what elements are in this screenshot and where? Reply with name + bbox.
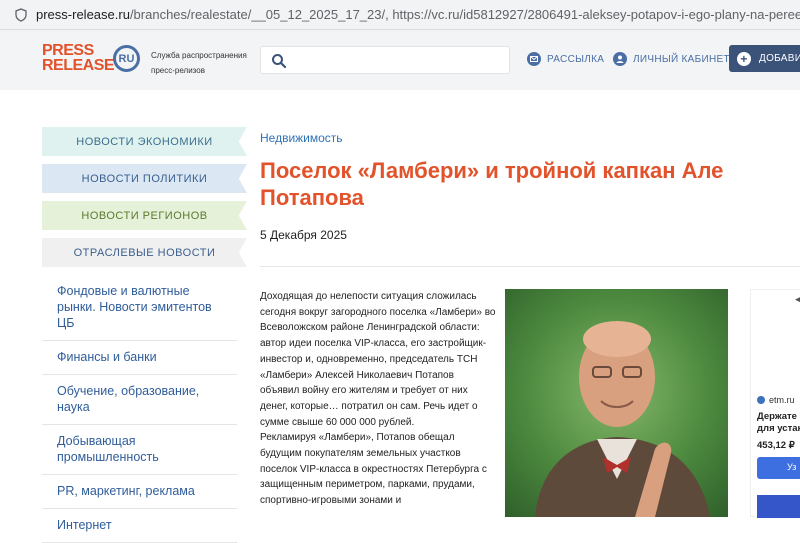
article-rubric-link[interactable]: Недвижимость — [260, 131, 343, 145]
ad-footer-bar — [757, 495, 800, 518]
ad-source-label: etm.ru — [769, 395, 795, 405]
ad-title-line-1: Держате — [757, 411, 797, 422]
ad-button[interactable]: Уз — [757, 457, 800, 479]
account-link[interactable]: ЛИЧНЫЙ КАБИНЕТ — [613, 52, 730, 66]
site-info-icon[interactable] — [14, 7, 28, 22]
site-header: PRESS RELEASE RU Служба распространения … — [0, 30, 800, 90]
ad-banner[interactable]: ◀ etm.ru Держате для устан 453,12 ₽ Уз — [750, 289, 800, 518]
nav-industry-news[interactable]: ОТРАСЛЕВЫЕ НОВОСТИ — [42, 238, 247, 267]
article-body: Доходящая до нелепости ситуация сложилас… — [260, 289, 496, 509]
category-item[interactable]: Добывающая промышленность — [42, 425, 237, 475]
ad-title: Держате для устан — [757, 411, 800, 435]
add-release-button[interactable]: + ДОБАВИТЬ — [729, 45, 800, 72]
search-icon[interactable] — [271, 53, 287, 69]
user-icon — [613, 52, 627, 66]
article-photo — [505, 289, 728, 517]
ad-price: 453,12 ₽ — [757, 440, 795, 451]
nav-economy-news[interactable]: НОВОСТИ ЭКОНОМИКИ — [42, 127, 247, 156]
nav-politics-news[interactable]: НОВОСТИ ПОЛИТИКИ — [42, 164, 247, 193]
ad-source-icon — [757, 396, 765, 404]
logo-line-2: RELEASE — [42, 57, 115, 74]
plus-icon: + — [737, 51, 751, 66]
category-list: Фондовые и валютные рынки. Новости эмите… — [42, 275, 237, 543]
browser-url-bar[interactable]: press-release.ru /branches/realestate/__… — [0, 0, 800, 30]
article-paragraph: Доходящая до нелепости ситуация сложилас… — [260, 291, 496, 428]
nav-regions-news[interactable]: НОВОСТИ РЕГИОНОВ — [42, 201, 247, 230]
article-title-line-1: Поселок «Ламбери» и тройной капкан Але — [260, 158, 724, 183]
url-path: /branches/realestate/__05_12_2025_17_23/… — [129, 7, 800, 22]
category-item[interactable]: Обучение, образование, наука — [42, 375, 237, 425]
logo-badge: RU — [113, 45, 140, 72]
article-date: 5 Декабря 2025 — [260, 228, 347, 242]
article-title: Поселок «Ламбери» и тройной капкан Але П… — [260, 157, 800, 211]
newsletter-label: РАССЫЛКА — [547, 53, 605, 65]
site-logo[interactable]: PRESS RELEASE RU — [42, 43, 142, 75]
ad-arrow-icon[interactable]: ◀ — [795, 294, 800, 305]
url-domain: press-release.ru — [36, 7, 130, 22]
category-item[interactable]: PR, маркетинг, реклама — [42, 475, 237, 509]
category-item[interactable]: Финансы и банки — [42, 341, 237, 375]
ad-source: etm.ru — [757, 395, 795, 405]
account-label: ЛИЧНЫЙ КАБИНЕТ — [633, 53, 730, 65]
add-release-label: ДОБАВИТЬ — [759, 53, 800, 64]
site-tagline: Служба распространения пресс-релизов — [151, 51, 247, 75]
article-title-line-2: Потапова — [260, 185, 364, 210]
category-item[interactable]: Интернет — [42, 509, 237, 543]
ad-title-line-2: для устан — [757, 423, 800, 434]
mail-icon — [527, 52, 541, 66]
divider — [260, 266, 800, 267]
article-paragraph: Рекламируя «Ламбери», Потапов обещал буд… — [260, 432, 487, 507]
newsletter-link[interactable]: РАССЫЛКА — [527, 52, 604, 66]
category-item[interactable]: Фондовые и валютные рынки. Новости эмите… — [42, 275, 237, 341]
search-input[interactable] — [260, 46, 510, 74]
